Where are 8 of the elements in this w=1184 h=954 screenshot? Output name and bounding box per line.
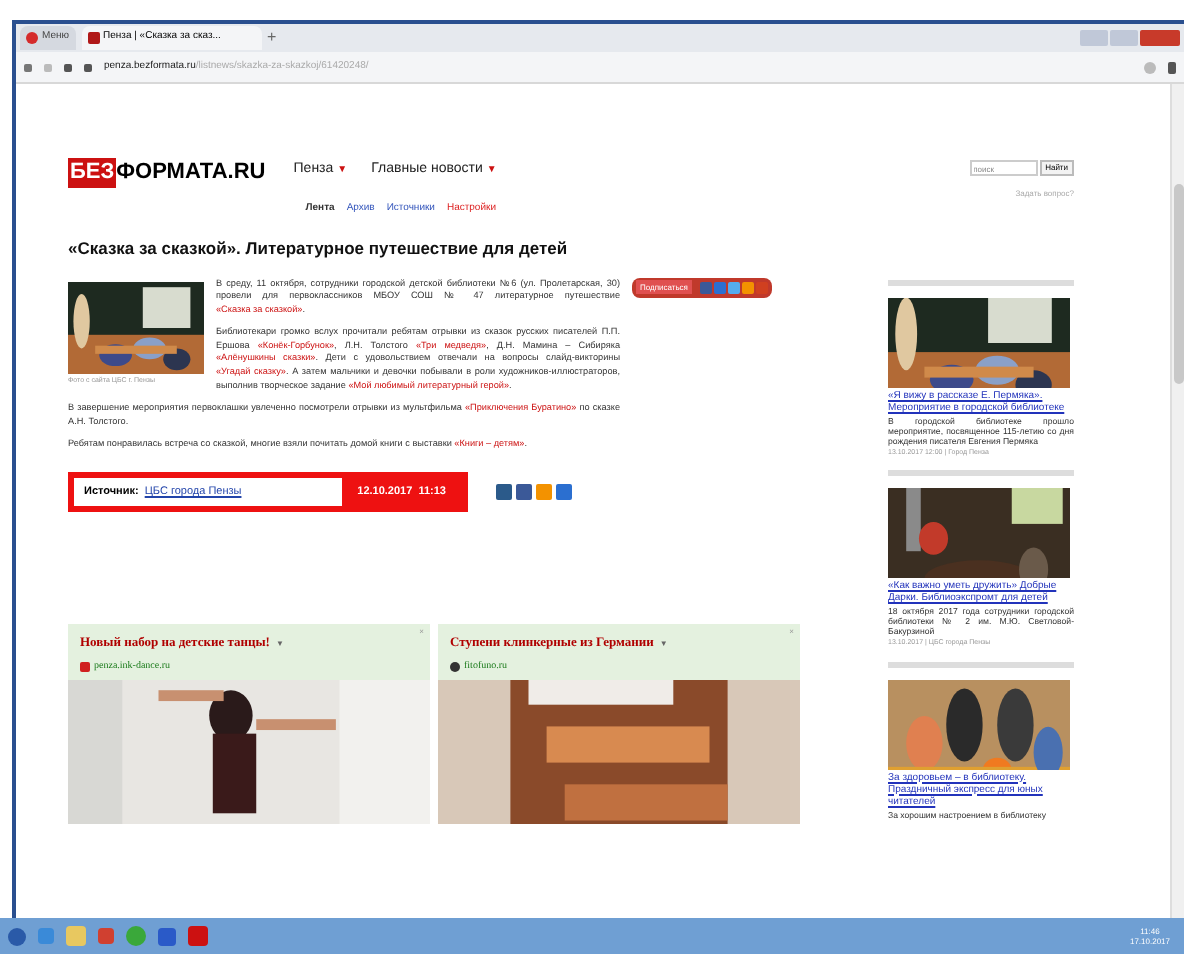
favicon-icon[interactable] [450,662,460,673]
favicon-icon[interactable] [87,32,100,44]
article-title: «Сказка за сказкой». Литературное путешествие для детей [68,240,570,257]
circle-icon[interactable] [26,32,38,44]
new-tab-icon[interactable]: + [267,30,277,46]
favicon-icon[interactable] [80,662,90,673]
scrollbar[interactable] [1170,84,1184,918]
site-logo[interactable]: БЕЗФОРМАТА.RU [68,156,266,188]
